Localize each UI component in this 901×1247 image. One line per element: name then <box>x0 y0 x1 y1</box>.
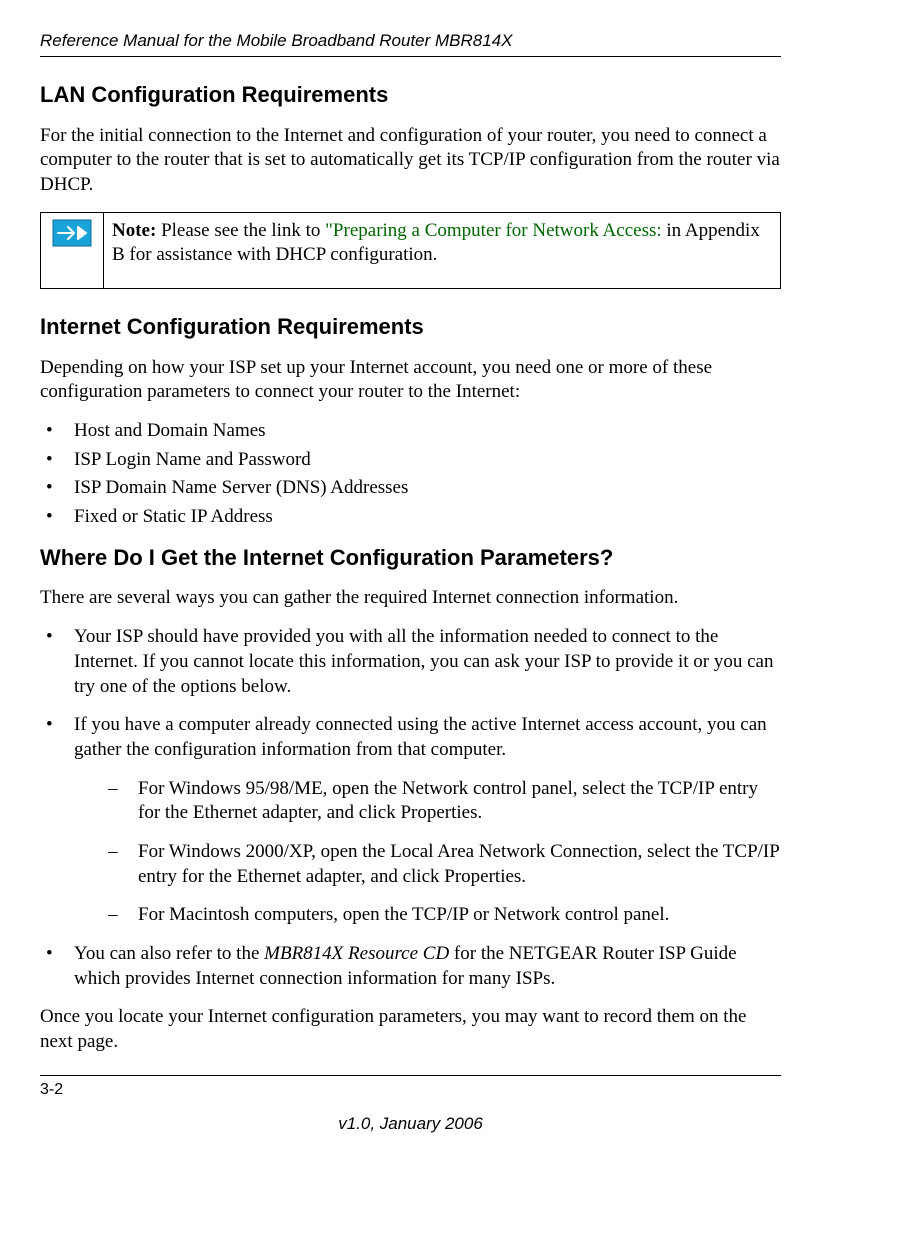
doc-version: v1.0, January 2006 <box>40 1113 781 1135</box>
para-where-outro: Once you locate your Internet configurat… <box>40 1005 781 1054</box>
page-number: 3-2 <box>40 1080 781 1101</box>
sub-list-item: For Windows 2000/XP, open the Local Area… <box>74 840 781 889</box>
heading-lan-config: LAN Configuration Requirements <box>40 81 781 110</box>
arrow-note-icon <box>52 219 92 247</box>
sub-list-item: For Macintosh computers, open the TCP/IP… <box>74 903 781 928</box>
heading-where-params: Where Do I Get the Internet Configuratio… <box>40 544 781 573</box>
list-item: Host and Domain Names <box>40 419 781 444</box>
note-box: Note: Please see the link to "Preparing … <box>40 212 781 289</box>
note-pre: Please see the link to <box>156 220 325 241</box>
heading-internet-config: Internet Configuration Requirements <box>40 313 781 342</box>
doc-header: Reference Manual for the Mobile Broadban… <box>40 30 781 52</box>
list-item-text: If you have a computer already connected… <box>74 714 767 760</box>
note-text-cell: Note: Please see the link to "Preparing … <box>104 212 781 288</box>
note-link[interactable]: "Preparing a Computer for Network Access… <box>325 220 661 241</box>
b3-pre: You can also refer to the <box>74 943 264 964</box>
sub-list: For Windows 95/98/ME, open the Network c… <box>74 777 781 928</box>
list-item: Your ISP should have provided you with a… <box>40 625 781 699</box>
list-item: Fixed or Static IP Address <box>40 505 781 530</box>
list-item: You can also refer to the MBR814X Resour… <box>40 942 781 991</box>
internet-params-list: Host and Domain Names ISP Login Name and… <box>40 419 781 530</box>
page-footer: 3-2 v1.0, January 2006 <box>40 1075 781 1135</box>
note-icon-cell <box>41 212 104 288</box>
list-item: ISP Domain Name Server (DNS) Addresses <box>40 476 781 501</box>
header-rule <box>40 56 781 57</box>
footer-rule <box>40 1075 781 1076</box>
list-item: ISP Login Name and Password <box>40 448 781 473</box>
b3-em: MBR814X Resource CD <box>264 943 449 964</box>
sub-list-item: For Windows 95/98/ME, open the Network c… <box>74 777 781 826</box>
note-label: Note: <box>112 220 156 241</box>
para-where-intro: There are several ways you can gather th… <box>40 586 781 611</box>
para-internet-config: Depending on how your ISP set up your In… <box>40 356 781 405</box>
para-lan-config: For the initial connection to the Intern… <box>40 124 781 198</box>
where-params-list: Your ISP should have provided you with a… <box>40 625 781 991</box>
list-item: If you have a computer already connected… <box>40 713 781 928</box>
